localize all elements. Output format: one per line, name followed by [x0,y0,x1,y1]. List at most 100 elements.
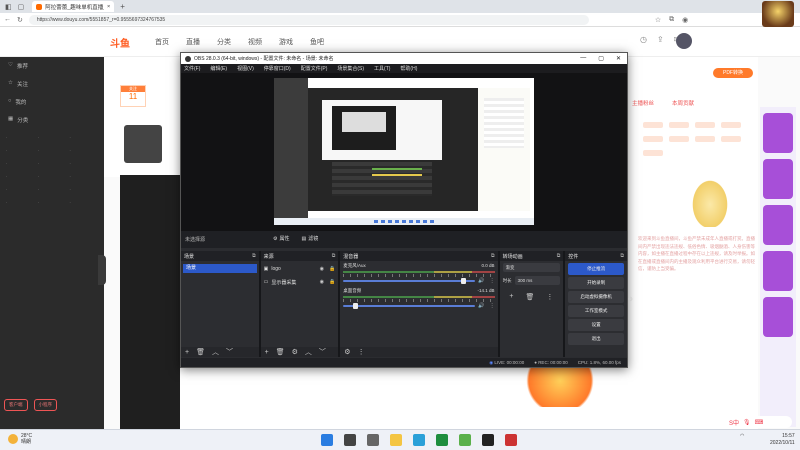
sidebar-item-mine[interactable]: ○ 我的 [0,93,104,111]
duration-input[interactable]: 300 ms [514,276,561,285]
sidebar-item-recommend[interactable]: ♡ 推荐 [0,57,104,75]
promo-card[interactable] [763,251,793,291]
user-avatar[interactable] [676,33,692,49]
ime-toolbar[interactable]: S中 🎙 ⌨ [726,416,792,428]
start-icon[interactable] [321,434,333,446]
nav-video[interactable]: 视频 [248,37,262,47]
obs-minimize-icon[interactable]: — [580,55,586,62]
mixer-settings-icon[interactable]: ⚙ [344,348,350,356]
stop-streaming-button[interactable]: 停止推流 [568,263,624,275]
profile-icon[interactable]: ◉ [682,16,688,24]
obs-preview[interactable] [181,73,627,231]
undock-icon[interactable]: ⧉ [557,253,561,259]
move-up-icon[interactable]: ︿ [212,347,219,357]
undock-icon[interactable]: ⧉ [620,253,624,259]
client-button[interactable]: 客户端 [4,399,28,411]
source-settings-icon[interactable]: ⚙ [292,348,298,356]
wifi-icon[interactable]: ◠ [740,433,744,439]
move-down-icon[interactable]: ﹀ [226,347,233,357]
obs-maximize-icon[interactable]: ▢ [598,55,604,62]
close-tab-icon[interactable]: × [107,4,110,10]
properties-button[interactable]: ⚙ 属性 [269,235,294,243]
speaker-icon[interactable]: 🔊 [475,278,484,284]
slider-knob[interactable] [461,278,467,284]
studio-mode-button[interactable]: 工作室模式 [568,305,624,317]
sidebar-item-category[interactable]: ▦ 分类 [0,111,104,129]
app-icon[interactable] [459,434,471,446]
start-recording-button[interactable]: 开始录制 [568,277,624,289]
volume-slider[interactable]: 🔊 ⋮ [343,278,495,284]
menu-file[interactable]: 文件(F) [184,65,200,72]
history-icon[interactable]: ◷ [640,35,647,44]
transition-select[interactable]: 渐变 [502,263,561,272]
weather-widget[interactable]: 28°C 晴朗 [8,433,32,445]
menu-edit[interactable]: 编辑(E) [210,65,227,72]
slider-knob[interactable] [353,303,359,309]
move-down-icon[interactable]: ﹀ [319,347,326,357]
obs-close-icon[interactable]: ✕ [616,55,621,62]
sidebar-collapse-handle[interactable] [98,255,106,285]
keyboard-icon[interactable]: ⌨ [755,419,764,426]
promo-card[interactable] [763,297,793,337]
menu-view[interactable]: 视图(V) [237,65,254,72]
move-up-icon[interactable]: ︿ [305,347,312,357]
browser-tab[interactable]: 阿拉蕾蕾_趣味单机直播_斗鱼... × [32,1,115,12]
undock-icon[interactable]: ⧉ [491,253,495,259]
pdf-convert-button[interactable]: PDF转换 [713,68,753,78]
nav-category[interactable]: 分类 [217,37,231,47]
terminal-icon[interactable] [482,434,494,446]
promo-card[interactable] [763,205,793,245]
menu-docks[interactable]: 停靠窗口(D) [264,65,291,72]
site-logo[interactable]: 斗鱼 [110,35,130,50]
channel-menu-icon[interactable]: ⋮ [485,303,495,309]
excel-icon[interactable] [436,434,448,446]
sidebar-item-follow[interactable]: ☆ 关注 [0,75,104,93]
system-tray[interactable]: ◠ [740,433,744,439]
file-explorer-icon[interactable] [390,434,402,446]
search-icon[interactable] [344,434,356,446]
remove-transition-icon[interactable]: 🗑 [526,293,535,301]
undock-icon[interactable]: ⧉ [252,253,256,259]
source-item[interactable]: ▭ 显示器采集 ◉ 🔒 [261,277,339,287]
remove-source-icon[interactable]: 🗑 [276,348,285,356]
nav-game[interactable]: 游戏 [279,37,293,47]
clock[interactable]: 15:57 2022/10/11 [770,433,795,447]
obs-taskbar-icon[interactable] [505,434,517,446]
back-icon[interactable]: ◧ [5,3,12,11]
exit-button[interactable]: 退出 [568,333,624,345]
new-tab-icon[interactable]: + [120,2,125,11]
refresh-icon[interactable]: ↻ [17,16,23,24]
virtual-camera-settings-icon[interactable]: ⚙ [628,294,633,306]
menu-tools[interactable]: 工具(T) [374,65,390,72]
visibility-eye-icon[interactable]: ◉ [320,266,324,272]
volume-slider[interactable]: 🔊 ⋮ [343,303,495,309]
upload-icon[interactable]: ⇪ [657,35,664,44]
menu-help[interactable]: 帮助(H) [400,65,417,72]
url-field[interactable]: https://www.douyu.com/5551857_r=0.955569… [28,14,589,25]
add-scene-icon[interactable]: + [185,349,189,356]
speaker-icon[interactable]: 🔊 [475,303,484,309]
menu-scene-collection[interactable]: 场景集合(S) [337,65,364,72]
favorite-icon[interactable]: ☆ [655,16,661,24]
video-player-area[interactable] [120,175,180,429]
tabs-icon[interactable]: ▢ [18,3,25,11]
lock-icon[interactable]: 🔒 [329,266,335,272]
menu-profile[interactable]: 配置文件(P) [301,65,328,72]
promo-card[interactable] [763,159,793,199]
gift-banner[interactable] [520,363,600,407]
promo-card[interactable] [763,113,793,153]
follow-badge[interactable]: 关注 11 [120,85,146,107]
nav-home[interactable]: 首页 [155,37,169,47]
collections-icon[interactable]: ⧉ [669,16,674,24]
visibility-eye-icon[interactable]: ◉ [320,279,324,285]
add-source-icon[interactable]: + [265,349,269,356]
nav-live[interactable]: 直播 [186,37,200,47]
mic-icon[interactable]: 🎙 [743,419,751,426]
transition-menu-icon[interactable]: ⋮ [546,293,553,301]
remove-scene-icon[interactable]: 🗑 [196,348,205,356]
add-transition-icon[interactable]: + [509,293,513,301]
scene-item[interactable]: 场景 [183,264,257,273]
start-virtual-camera-button[interactable]: 启动虚拟摄像机 ⚙ [568,291,633,303]
task-view-icon[interactable] [367,434,379,446]
nav-fishbar[interactable]: 鱼吧 [310,37,324,47]
